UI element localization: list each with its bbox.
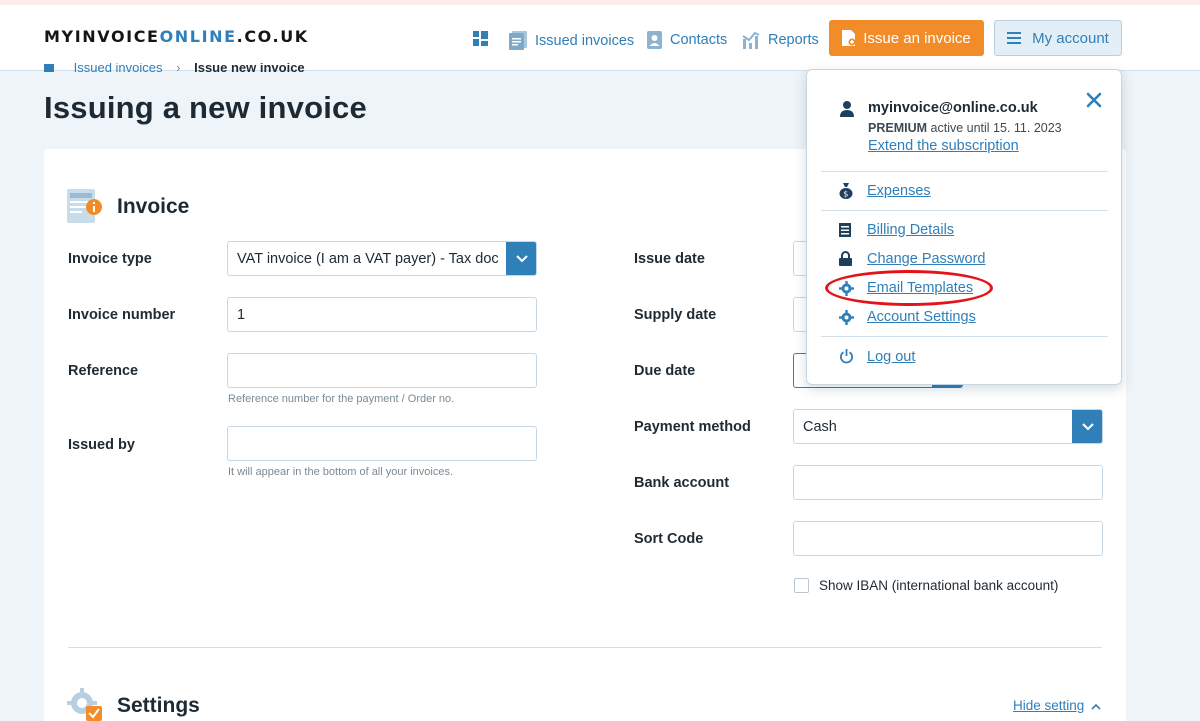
sort-code-input[interactable] (793, 521, 1103, 556)
nav-dashboard[interactable] (473, 31, 496, 46)
invoice-number-label: Invoice number (68, 307, 176, 323)
document-icon (509, 31, 527, 50)
highlight-annotation (825, 270, 993, 306)
user-icon (840, 101, 854, 117)
sort-code-label: Sort Code (634, 531, 704, 547)
header: MYINVOICEONLINE.CO.UK Issued invoices Co… (0, 5, 1200, 71)
show-iban-checkbox[interactable] (794, 578, 809, 593)
invoice-section-icon (67, 189, 102, 223)
section-divider (68, 647, 1102, 648)
money-bag-icon: $ (839, 183, 853, 199)
subscription-status: PREMIUM active until 15. 11. 2023 (868, 121, 1062, 135)
issued-by-hint: It will appear in the bottom of all your… (228, 466, 454, 478)
due-date-label: Due date (634, 363, 696, 379)
new-invoice-icon (842, 30, 856, 46)
dashboard-grid-icon (473, 31, 488, 46)
nav-issued-invoices[interactable]: Issued invoices (509, 31, 634, 50)
my-account-button[interactable]: My account (994, 20, 1122, 56)
issued-by-input[interactable] (227, 426, 537, 461)
extend-subscription-link[interactable]: Extend the subscription (868, 138, 1019, 154)
menu-expenses[interactable]: Expenses (867, 183, 931, 199)
issue-invoice-button[interactable]: Issue an invoice (829, 20, 984, 56)
bank-account-label: Bank account (634, 475, 730, 491)
contacts-icon (647, 31, 662, 49)
bank-account-input[interactable] (793, 465, 1103, 500)
plan-status: active until 15. 11. 2023 (930, 121, 1062, 135)
menu-separator (821, 336, 1108, 337)
payment-method-label: Payment method (634, 419, 751, 435)
menu-hamburger-icon (1007, 32, 1022, 44)
show-iban-label: Show IBAN (international bank account) (819, 578, 1059, 593)
payment-method-select[interactable]: Cash (793, 409, 1103, 444)
nav-contacts-label: Contacts (670, 32, 728, 48)
nav-reports[interactable]: Reports (742, 31, 819, 49)
invoice-type-select[interactable]: VAT invoice (I am a VAT payer) - Tax doc… (227, 241, 537, 276)
page-title: Issuing a new invoice (44, 90, 367, 125)
menu-log-out[interactable]: Log out (867, 349, 915, 365)
nav-reports-label: Reports (768, 32, 819, 48)
lock-icon (839, 251, 852, 266)
invoice-type-label: Invoice type (68, 251, 152, 267)
payment-method-value: Cash (803, 418, 837, 435)
chevron-down-icon[interactable] (1072, 410, 1102, 443)
menu-billing-details[interactable]: Billing Details (867, 222, 954, 238)
chevron-up-icon (1091, 703, 1101, 710)
settings-section-title: Settings (117, 694, 200, 717)
nav-issued-invoices-label: Issued invoices (535, 32, 635, 49)
hide-setting-label: Hide setting (1013, 698, 1085, 713)
home-icon[interactable] (44, 64, 54, 72)
invoice-section-title: Invoice (117, 195, 190, 218)
account-email: myinvoice@online.co.uk (868, 100, 1038, 116)
reference-hint: Reference number for the payment / Order… (228, 393, 455, 405)
breadcrumb-issued-invoices[interactable]: Issued invoices (74, 63, 163, 72)
issued-by-label: Issued by (68, 437, 135, 453)
gear-icon (839, 310, 854, 325)
menu-account-settings[interactable]: Account Settings (867, 309, 976, 325)
reference-label: Reference (68, 363, 139, 379)
nav-contacts[interactable]: Contacts (647, 31, 727, 49)
power-icon (840, 349, 853, 364)
menu-separator (821, 210, 1108, 211)
issue-date-label: Issue date (634, 251, 705, 267)
issue-invoice-label: Issue an invoice (863, 29, 971, 47)
menu-change-password[interactable]: Change Password (867, 251, 986, 267)
close-icon[interactable] (1086, 92, 1102, 108)
settings-gear-icon (67, 688, 102, 721)
billing-icon (839, 223, 851, 237)
invoice-number-input[interactable]: 1 (227, 297, 537, 332)
hide-setting-link[interactable]: Hide setting (1013, 698, 1101, 713)
reports-chart-icon (742, 31, 760, 49)
supply-date-label: Supply date (634, 307, 717, 323)
account-dropdown-menu: myinvoice@online.co.uk PREMIUM active un… (806, 69, 1122, 385)
plan-name: PREMIUM (868, 121, 928, 135)
svg-text:$: $ (843, 190, 848, 199)
logo[interactable]: MYINVOICEONLINE.CO.UK (44, 27, 309, 46)
my-account-label: My account (1032, 29, 1109, 47)
invoice-type-value: VAT invoice (I am a VAT payer) - Tax doc… (237, 250, 499, 267)
breadcrumb: Issued invoices › Issue new invoice (44, 63, 305, 72)
reference-input[interactable] (227, 353, 537, 388)
menu-separator (821, 171, 1108, 172)
breadcrumb-current: Issue new invoice (194, 63, 305, 72)
chevron-down-icon[interactable] (506, 242, 536, 275)
breadcrumb-separator: › (176, 63, 181, 72)
